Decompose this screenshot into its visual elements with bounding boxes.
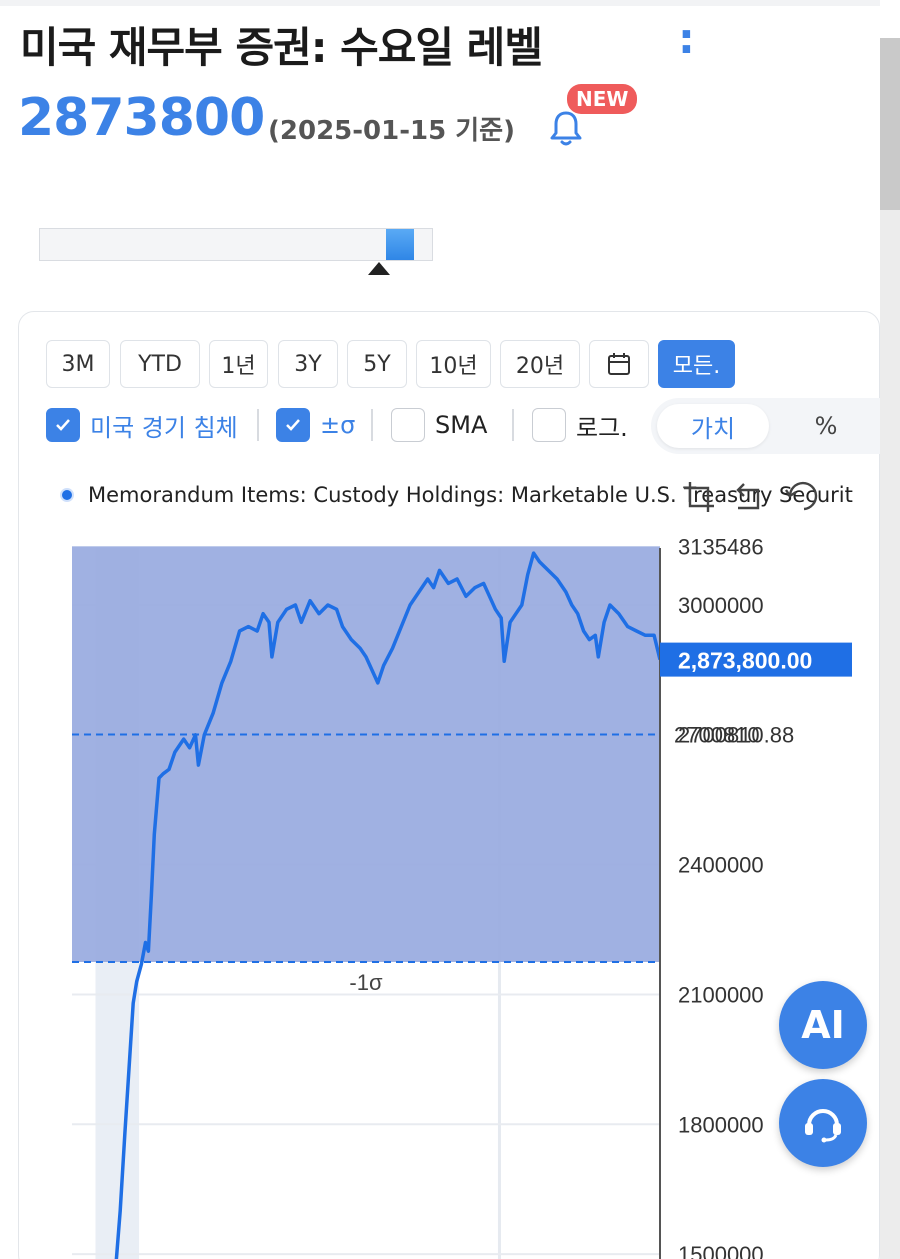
headset-icon — [805, 1109, 841, 1143]
ai-assistant-button[interactable]: AI — [779, 981, 867, 1069]
chart-area[interactable]: -1σ 3135486 3000000 2400000 2100000 1800000 1… — [0, 0, 900, 1259]
y-max-label: 3135486 — [678, 534, 764, 559]
y-tick-label: 2100000 — [678, 982, 764, 1007]
lower-sigma-label: -1σ — [349, 970, 383, 995]
mean-line-label: 2700810.88 — [678, 722, 794, 747]
y-tick-label: 1500000 — [678, 1242, 764, 1259]
y-tick-label: 2400000 — [678, 853, 764, 878]
support-button[interactable] — [779, 1079, 867, 1167]
sigma-band-overlay — [72, 546, 660, 962]
current-value-label: 2,873,800.00 — [678, 648, 812, 674]
y-tick-label: 1800000 — [678, 1112, 764, 1137]
y-tick-label: 3000000 — [678, 593, 764, 618]
